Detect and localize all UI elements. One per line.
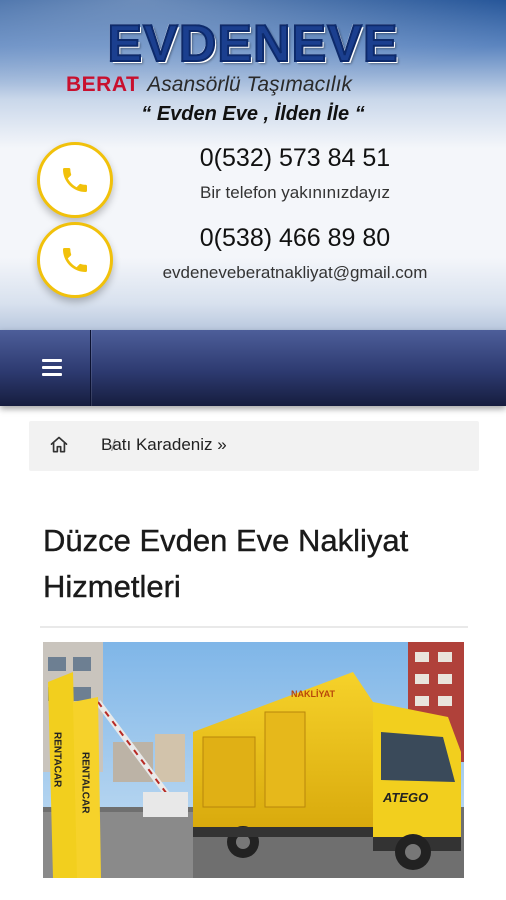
tower-text-2: RENTALCAR xyxy=(80,752,91,814)
main-navbar xyxy=(0,330,506,406)
logo-tagline: Asansörlü Taşımacılık xyxy=(147,73,352,96)
page-title: Düzce Evden Eve Nakliyat Hizmetleri xyxy=(43,523,409,604)
article-image: RENTACAR RENTALCAR NAKLİYAT ATEGO xyxy=(43,642,464,878)
breadcrumb: / Batı Karadeniz » xyxy=(29,421,479,471)
menu-toggle-button[interactable] xyxy=(0,330,91,406)
logo-subtitle: BERAT Asansörlü Taşımacılık xyxy=(66,72,352,100)
logo-brand: BERAT xyxy=(66,73,140,96)
phone-icon[interactable] xyxy=(37,222,113,298)
home-icon[interactable] xyxy=(49,435,69,460)
contact-caption-1: Bir telefon yakınınızdayız xyxy=(200,183,390,202)
site-header: EVDENEVE BERAT Asansörlü Taşımacılık “ Ev… xyxy=(0,0,506,330)
breadcrumb-item-bati-karadeniz[interactable]: Batı Karadeniz » xyxy=(101,435,227,455)
tower-text: RENTACAR xyxy=(52,732,63,788)
hamburger-menu-icon xyxy=(42,359,62,380)
divider xyxy=(40,626,468,628)
logo-slogan: “ Evden Eve , İlden İle “ xyxy=(141,103,365,125)
phone-icon[interactable] xyxy=(37,142,113,218)
contact-email[interactable]: evdeneveberatnakliyat@gmail.com xyxy=(130,263,460,283)
phone-number-2[interactable]: 0(538) 466 89 80 xyxy=(140,224,450,253)
logo-title[interactable]: EVDENEVE xyxy=(0,14,506,74)
phone-number-1[interactable]: 0(532) 573 84 51 xyxy=(140,144,450,173)
truck-model-label: ATEGO xyxy=(382,790,428,805)
truck-sign: NAKLİYAT xyxy=(291,689,336,699)
